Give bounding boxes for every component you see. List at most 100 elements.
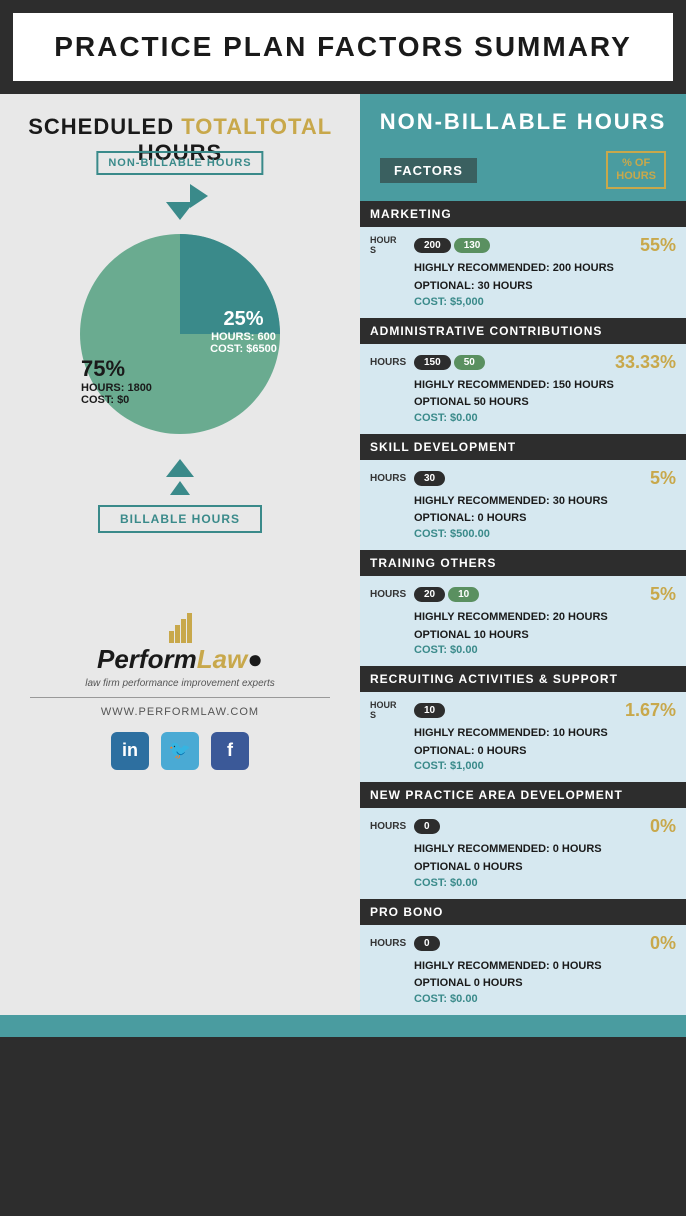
training-hours-label: HOURS [370, 589, 406, 600]
admin-pills: 150 50 [414, 355, 485, 370]
recruiting-cost: COST: $1,000 [370, 760, 676, 772]
pro-bono-line1: HIGHLY RECOMMENDED: 0 Hours [370, 958, 676, 976]
up-arrow-large [166, 459, 194, 477]
linkedin-icon[interactable]: in [111, 732, 149, 770]
training-pct: 5% [650, 584, 676, 605]
factors-label: FACTORS [380, 158, 477, 183]
logo-tagline: law firm performance improvement experts [10, 678, 350, 689]
marketing-hours-row: HOURS 200 130 55% [370, 235, 676, 256]
right-panel: NON-BILLABLE HOURS FACTORS % OFHOURS MAR… [360, 94, 686, 1015]
section-training-header: TRAINING OTHERS [360, 550, 686, 576]
recruiting-line2: OPTIONAL: 0 Hours [370, 743, 676, 761]
logo-text: PerformLaw● [10, 645, 350, 674]
training-cost: COST: $0.00 [370, 644, 676, 656]
skill-hours-label: HOURS [370, 473, 406, 484]
pie-75-percent: 75% [81, 356, 152, 382]
section-recruiting: RECRUITING ACTIVITIES & SUPPORT HOURS 10… [360, 666, 686, 782]
social-icons: in 🐦 f [10, 732, 350, 770]
new-practice-hours-row: HOURS 0 0% [370, 816, 676, 837]
up-arrow-small [170, 481, 190, 495]
section-pro-bono-body: HOURS 0 0% HIGHLY RECOMMENDED: 0 Hours O… [360, 925, 686, 1015]
training-line2: OPTIONAL 10 Hours [370, 627, 676, 645]
recruiting-pct: 1.67% [625, 700, 676, 721]
arrows-up [166, 459, 194, 495]
marketing-line2: OPTIONAL: 30 Hours [370, 278, 676, 296]
billable-label: BILLABLE HOURS [98, 505, 262, 533]
logo-divider [30, 697, 330, 698]
pro-bono-pct: 0% [650, 933, 676, 954]
skill-cost: COST: $500.00 [370, 528, 676, 540]
pie-25-cost: COST: $6500 [210, 343, 277, 355]
new-practice-pct: 0% [650, 816, 676, 837]
skill-line1: HIGHLY RECOMMENDED: 30 HOURS [370, 493, 676, 511]
page-title: PRACTICE PLAN FACTORS SUMMARY [23, 31, 663, 63]
admin-hours-row: HOURS 150 50 33.33% [370, 352, 676, 373]
twitter-icon[interactable]: 🐦 [161, 732, 199, 770]
pct-label: % OFHOURS [606, 151, 666, 189]
pro-bono-hours-row: HOURS 0 0% [370, 933, 676, 954]
pie-75-hours: HOURS: 1800 [81, 382, 152, 394]
non-billable-arrow [190, 184, 208, 208]
non-billable-box: NON-BILLABLE HOURS [96, 151, 263, 175]
recruiting-line1: HIGHLY RECOMMENDED: 10 Hours [370, 725, 676, 743]
section-skill-body: HOURS 30 5% HIGHLY RECOMMENDED: 30 HOURS… [360, 460, 686, 550]
logo-law: Law [197, 644, 248, 674]
bottom-bar [0, 1015, 686, 1037]
training-line1: HIGHLY RECOMMENDED: 20 Hours [370, 609, 676, 627]
section-marketing-header: MARKETING [360, 201, 686, 227]
section-training-body: HOURS 20 10 5% HIGHLY RECOMMENDED: 20 Ho… [360, 576, 686, 666]
logo-perform: Perform [97, 644, 197, 674]
right-header-title: NON-BILLABLE HOURS [375, 109, 671, 135]
pie-25-label: 25% HOURS: 600 COST: $6500 [210, 308, 277, 355]
pro-bono-cost: COST: $0.00 [370, 993, 676, 1005]
admin-line2: OPTIONAL 50 Hours [370, 394, 676, 412]
section-training: TRAINING OTHERS HOURS 20 10 5% HIGHLY RE… [360, 550, 686, 666]
recruiting-hours-row: HOURS 10 1.67% [370, 700, 676, 721]
admin-hours-label: HOURS [370, 357, 406, 368]
pie-75-cost: COST: $0 [81, 394, 152, 406]
new-practice-line2: OPTIONAL 0 Hours [370, 859, 676, 877]
new-practice-pills: 0 [414, 819, 440, 834]
section-new-practice-body: HOURS 0 0% HIGHLY RECOMMENDED: 0 Hours O… [360, 808, 686, 898]
training-pill-1: 20 [414, 587, 445, 602]
pro-bono-pill-1: 0 [414, 936, 440, 951]
recruiting-pill-1: 10 [414, 703, 445, 718]
section-marketing-body: HOURS 200 130 55% HIGHLY RECOMMENDED: 20… [360, 227, 686, 317]
section-pro-bono-header: PRO BONO [360, 899, 686, 925]
section-marketing: MARKETING HOURS 200 130 55% HIGHLY RECOM… [360, 201, 686, 317]
training-pills: 20 10 [414, 587, 479, 602]
section-skill-header: SKILL DEVELOPMENT [360, 434, 686, 460]
admin-cost: COST: $0.00 [370, 412, 676, 424]
marketing-pill-2: 130 [454, 238, 491, 253]
section-admin-header: ADMINISTRATIVE CONTRIBUTIONS [360, 318, 686, 344]
facebook-icon[interactable]: f [211, 732, 249, 770]
training-pill-2: 10 [448, 587, 479, 602]
marketing-pct: 55% [640, 235, 676, 256]
recruiting-hours-label: HOURS [370, 701, 406, 721]
pro-bono-pills: 0 [414, 936, 440, 951]
skill-pct: 5% [650, 468, 676, 489]
marketing-line1: HIGHLY RECOMMENDED: 200 Hours [370, 260, 676, 278]
logo-website: WWW.PERFORMLAW.COM [10, 706, 350, 718]
total-highlight: TOTAL [181, 114, 256, 139]
marketing-hours-label: HOURS [370, 236, 406, 256]
admin-pill-1: 150 [414, 355, 451, 370]
skill-hours-row: HOURS 30 5% [370, 468, 676, 489]
new-practice-cost: COST: $0.00 [370, 877, 676, 889]
factors-header-row: FACTORS % OFHOURS [370, 145, 676, 195]
logo-area: PerformLaw● law firm performance improve… [10, 573, 350, 770]
admin-line1: HIGHLY RECOMMENDED: 150 Hours [370, 377, 676, 395]
skill-pill-1: 30 [414, 471, 445, 486]
pie-75-label: 75% HOURS: 1800 COST: $0 [81, 356, 152, 406]
section-admin: ADMINISTRATIVE CONTRIBUTIONS HOURS 150 5… [360, 318, 686, 434]
section-recruiting-body: HOURS 10 1.67% HIGHLY RECOMMENDED: 10 Ho… [360, 692, 686, 782]
header: PRACTICE PLAN FACTORS SUMMARY [10, 10, 676, 84]
skill-line2: OPTIONAL: 0 Hours [370, 510, 676, 528]
pro-bono-hours-label: HOURS [370, 938, 406, 949]
section-admin-body: HOURS 150 50 33.33% HIGHLY RECOMMENDED: … [360, 344, 686, 434]
admin-pct: 33.33% [615, 352, 676, 373]
recruiting-pills: 10 [414, 703, 445, 718]
pie-chart: 25% HOURS: 600 COST: $6500 75% HOURS: [70, 224, 290, 444]
scheduled-label-1: SCHEDULED [28, 114, 174, 139]
section-recruiting-header: RECRUITING ACTIVITIES & SUPPORT [360, 666, 686, 692]
